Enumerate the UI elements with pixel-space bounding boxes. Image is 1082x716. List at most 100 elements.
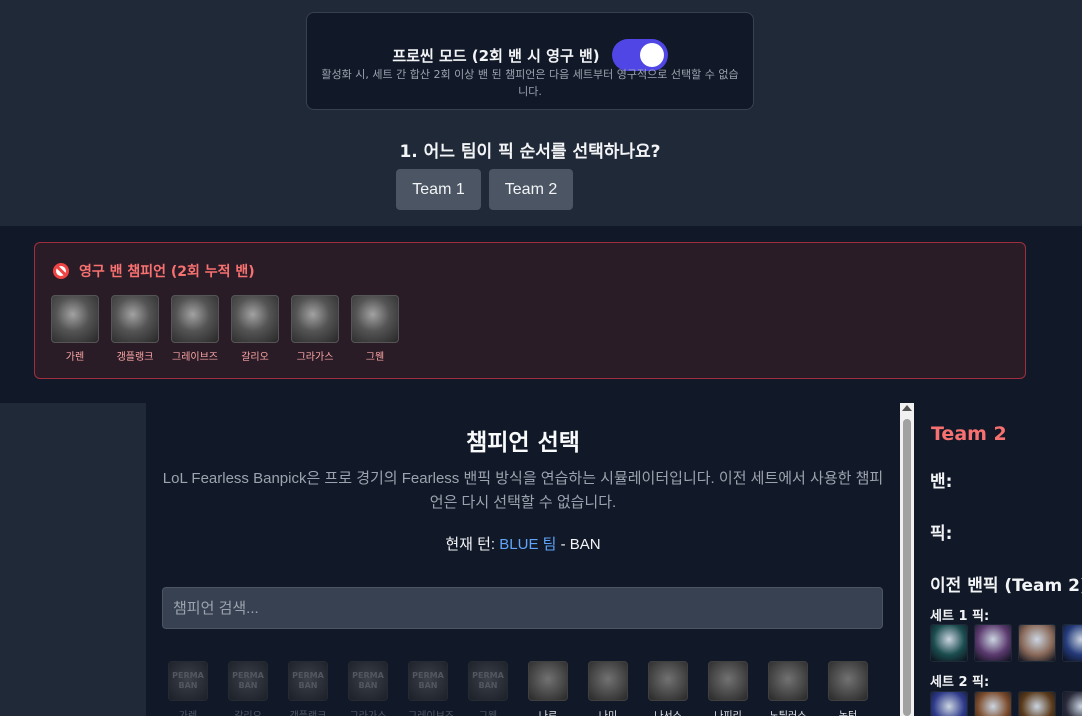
scrollbar[interactable] [900, 403, 914, 716]
champion-name: 그레이브즈 [408, 707, 454, 716]
intro-text: LoL Fearless Banpick은 프로 경기의 Fearless 밴픽… [162, 470, 884, 511]
turn-phase: - BAN [560, 536, 601, 553]
no-entry-icon [53, 263, 69, 279]
pick-order-question: 1. 어느 팀이 픽 순서를 선택하나요? [399, 142, 661, 162]
champion-portrait [111, 295, 159, 343]
champion-search-input[interactable] [162, 587, 883, 629]
perma-ban-champion: 갈리오 [231, 295, 279, 363]
champion-name: 나르 [528, 707, 568, 716]
scrollbar-thumb[interactable] [903, 419, 911, 716]
champion-card[interactable]: 녹턴 [828, 661, 868, 716]
champion-portrait [231, 295, 279, 343]
champion-grid: PERMA BAN가렌PERMA BAN갈리오PERMA BAN갱플랭크PERM… [168, 661, 868, 716]
pick-champion-icon [974, 691, 1012, 716]
champion-name: 갈리오 [228, 707, 268, 716]
champion-portrait [708, 661, 748, 701]
team-1-button[interactable]: Team 1 [396, 169, 481, 210]
champion-name: 노틸러스 [768, 707, 808, 716]
perma-ban-badge: PERMA BAN [472, 671, 504, 690]
champion-name: 그웬 [365, 352, 385, 363]
team-1-panel [0, 403, 146, 716]
pick-champion-icon [930, 691, 968, 716]
champion-portrait [291, 295, 339, 343]
champion-name: 갱플랭크 [288, 707, 328, 716]
turn-team: BLUE 팀 [499, 536, 557, 553]
team-2-title: Team 2 [931, 423, 1007, 445]
champion-portrait [51, 295, 99, 343]
champion-portrait [768, 661, 808, 701]
champion-card[interactable]: 나서스 [648, 661, 688, 716]
champion-portrait [828, 661, 868, 701]
champion-portrait [171, 295, 219, 343]
pick-champion-icon [1062, 624, 1082, 662]
fearless-mode-panel: 프로씬 모드 (2회 밴 시 영구 밴) 활성화 시, 세트 간 합산 2회 이… [306, 12, 754, 110]
perma-ban-title: 영구 밴 챔피언 (2회 누적 밴) [79, 264, 255, 280]
champion-name: 그라가스 [348, 707, 388, 716]
champion-name: 나미 [588, 707, 628, 716]
champion-card: PERMA BAN 갱플랭크 [288, 661, 328, 716]
pick-champion-icon [930, 624, 968, 662]
champion-name: 그라가스 [296, 352, 334, 363]
champion-card[interactable]: 나피리 [708, 661, 748, 716]
champion-portrait [528, 661, 568, 701]
fearless-mode-description: 활성화 시, 세트 간 합산 2회 이상 밴 된 챔피언은 다음 세트부터 영구… [321, 68, 739, 98]
current-turn: 현재 턴: BLUE 팀 - BAN [146, 533, 900, 554]
champion-portrait: PERMA BAN [228, 661, 268, 701]
champion-portrait: PERMA BAN [408, 661, 448, 701]
perma-ban-badge: PERMA BAN [412, 671, 444, 690]
champion-name: 녹턴 [828, 707, 868, 716]
perma-ban-champion: 그라가스 [291, 295, 339, 363]
perma-ban-badge: PERMA BAN [352, 671, 384, 690]
perma-ban-section: 영구 밴 챔피언 (2회 누적 밴) 가렌 갱플랭크 그레이브즈 갈리오 그라가스 그웬 [0, 226, 1082, 403]
champion-name: 나피리 [708, 707, 748, 716]
pick-champion-icon [1018, 691, 1056, 716]
pick-label: 픽: [930, 524, 953, 544]
perma-ban-badge: PERMA BAN [292, 671, 324, 690]
champion-card: PERMA BAN 가렌 [168, 661, 208, 716]
champion-portrait: PERMA BAN [468, 661, 508, 701]
champion-portrait [648, 661, 688, 701]
champion-portrait: PERMA BAN [168, 661, 208, 701]
perma-ban-champion: 갱플랭크 [111, 295, 159, 363]
scroll-up-arrow-icon[interactable] [902, 405, 912, 411]
champion-portrait: PERMA BAN [348, 661, 388, 701]
champion-portrait [351, 295, 399, 343]
champion-name: 가렌 [168, 707, 208, 716]
fearless-mode-title: 프로씬 모드 (2회 밴 시 영구 밴) [392, 46, 600, 65]
champion-name: 갈리오 [241, 352, 269, 363]
champion-name: 그레이브즈 [172, 352, 218, 363]
champion-name: 그웬 [468, 707, 508, 716]
perma-ban-list: 가렌 갱플랭크 그레이브즈 갈리오 그라가스 그웬 [51, 295, 399, 363]
set-2-picks-label: 세트 2 픽: [930, 675, 990, 690]
champion-select-panel: 챔피언 선택 LoL Fearless Banpick은 프로 경기의 Fear… [146, 403, 900, 716]
perma-ban-panel: 영구 밴 챔피언 (2회 누적 밴) 가렌 갱플랭크 그레이브즈 갈리오 그라가스 그웬 [34, 242, 1026, 379]
toggle-knob [639, 43, 664, 67]
turn-label: 현재 턴: [445, 536, 496, 553]
set-2-picks [930, 691, 1082, 716]
pick-champion-icon [974, 624, 1012, 662]
champion-card[interactable]: 나르 [528, 661, 568, 716]
set-1-picks [930, 624, 1082, 662]
champion-card[interactable]: 노틸러스 [768, 661, 808, 716]
champion-name: 나서스 [648, 707, 688, 716]
champion-portrait [588, 661, 628, 701]
team-2-panel: Team 2 밴: 픽: 이전 밴픽 (Team 2): 세트 1 픽: 세트 … [914, 403, 1082, 716]
perma-ban-champion: 그레이브즈 [171, 295, 219, 363]
champion-card: PERMA BAN 갈리오 [228, 661, 268, 716]
perma-ban-badge: PERMA BAN [172, 671, 204, 690]
pick-champion-icon [1018, 624, 1056, 662]
set-1-picks-label: 세트 1 픽: [930, 609, 990, 624]
pick-champion-icon [1062, 691, 1082, 716]
champion-name: 갱플랭크 [116, 352, 154, 363]
champion-name: 가렌 [65, 352, 85, 363]
champion-card: PERMA BAN 그레이브즈 [408, 661, 454, 716]
ban-label: 밴: [930, 472, 953, 492]
perma-ban-champion: 그웬 [351, 295, 399, 363]
champion-select-title: 챔피언 선택 [466, 430, 580, 456]
champion-portrait: PERMA BAN [288, 661, 328, 701]
champion-card[interactable]: 나미 [588, 661, 628, 716]
champion-card: PERMA BAN 그라가스 [348, 661, 388, 716]
perma-ban-badge: PERMA BAN [232, 671, 264, 690]
team-2-button[interactable]: Team 2 [489, 169, 573, 210]
history-label: 이전 밴픽 (Team 2): [930, 576, 1082, 596]
